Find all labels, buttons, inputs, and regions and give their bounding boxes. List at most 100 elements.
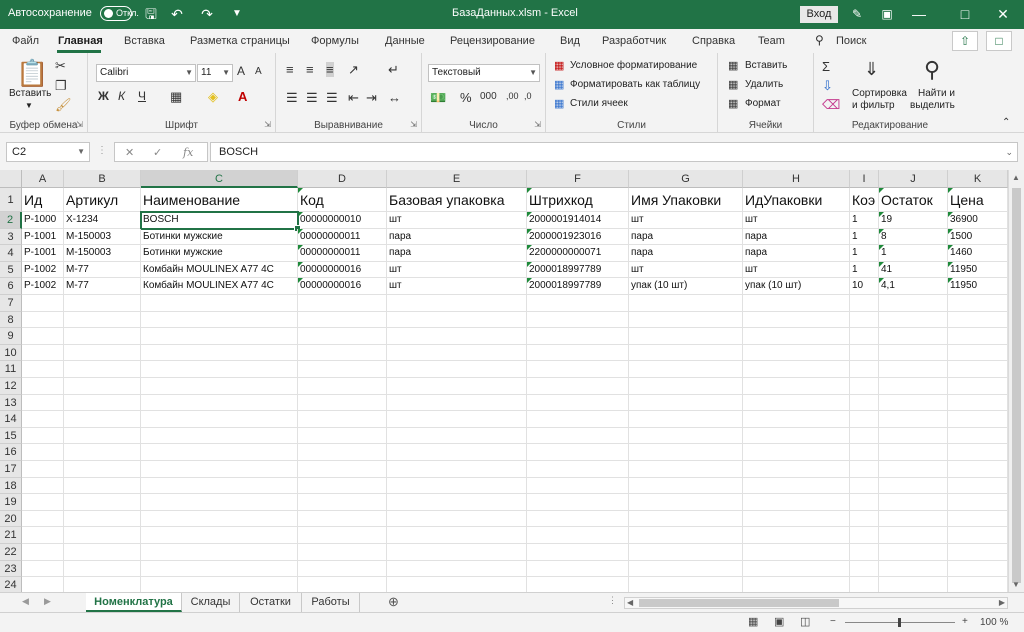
expand-formula-icon[interactable]: ⌄ xyxy=(1005,143,1013,161)
table-cell[interactable] xyxy=(387,444,527,461)
table-cell[interactable] xyxy=(22,328,64,345)
horizontal-scrollbar[interactable]: ◀ ▶ xyxy=(624,597,1008,609)
table-cell[interactable] xyxy=(22,527,64,544)
table-cell[interactable] xyxy=(629,295,743,312)
normal-view-icon[interactable]: ▦ xyxy=(748,615,758,628)
font-launcher-icon[interactable]: ⇲ xyxy=(264,120,271,129)
table-cell[interactable] xyxy=(387,477,527,495)
enter-icon[interactable]: ✓ xyxy=(153,146,162,159)
table-cell[interactable] xyxy=(850,494,879,511)
table-cell[interactable]: Комбайн MOULINEX A77 4C xyxy=(141,278,298,295)
table-cell[interactable] xyxy=(64,494,141,511)
table-cell[interactable] xyxy=(850,411,879,428)
table-cell[interactable] xyxy=(948,477,1008,495)
table-cell[interactable]: 2000001914014 xyxy=(527,212,629,229)
header-cell[interactable]: Имя Упаковки xyxy=(629,188,743,212)
format-cells-button[interactable]: Формат xyxy=(745,98,781,109)
table-cell[interactable]: 1 xyxy=(850,261,879,279)
row-header[interactable]: 5 xyxy=(0,261,22,279)
table-cell[interactable] xyxy=(141,527,298,544)
fill-color-icon[interactable]: ◈ xyxy=(208,89,218,105)
table-cell[interactable]: P-1000 xyxy=(22,212,64,229)
table-cell[interactable]: Комбайн MOULINEX A77 4C xyxy=(141,261,298,279)
table-cell[interactable] xyxy=(527,577,629,592)
table-cell[interactable] xyxy=(743,544,850,561)
table-cell[interactable] xyxy=(743,311,850,329)
table-cell[interactable]: пара xyxy=(629,228,743,246)
table-cell[interactable] xyxy=(879,461,948,478)
table-cell[interactable] xyxy=(141,577,298,592)
next-sheet-icon[interactable]: ▶ xyxy=(44,596,51,607)
table-cell[interactable] xyxy=(298,295,387,312)
table-cell[interactable]: шт xyxy=(387,212,527,229)
borders-icon[interactable]: ▦ xyxy=(170,89,182,105)
table-cell[interactable] xyxy=(879,577,948,592)
row-header[interactable]: 9 xyxy=(0,328,22,345)
table-cell[interactable] xyxy=(850,560,879,578)
table-cell[interactable] xyxy=(387,510,527,528)
row-header[interactable]: 2 xyxy=(0,212,22,229)
find-select-icon[interactable]: ⚲ xyxy=(924,57,940,83)
page-layout-view-icon[interactable]: ▣ xyxy=(774,615,784,628)
tab-insert[interactable]: Вставка xyxy=(124,35,165,47)
cancel-icon[interactable]: ✕ xyxy=(125,146,134,159)
table-cell[interactable] xyxy=(298,411,387,428)
table-cell[interactable]: шт xyxy=(387,278,527,295)
sheet-tab-nomenclature[interactable]: Номенклатура xyxy=(86,593,182,612)
table-cell[interactable] xyxy=(298,444,387,461)
table-cell[interactable] xyxy=(527,477,629,495)
scroll-down-icon[interactable]: ▼ xyxy=(1012,580,1020,589)
close-button[interactable]: ✕ xyxy=(980,0,1024,29)
row-header[interactable]: 24 xyxy=(0,577,22,592)
table-cell[interactable] xyxy=(850,328,879,345)
table-cell[interactable]: упак (10 шт) xyxy=(629,278,743,295)
table-cell[interactable] xyxy=(64,444,141,461)
table-cell[interactable] xyxy=(527,361,629,378)
table-cell[interactable]: 1 xyxy=(850,245,879,262)
share-button[interactable]: ⇧ xyxy=(952,31,978,51)
table-cell[interactable] xyxy=(743,378,850,395)
table-cell[interactable] xyxy=(850,394,879,412)
table-cell[interactable] xyxy=(879,311,948,329)
table-cell[interactable] xyxy=(629,394,743,412)
table-cell[interactable] xyxy=(527,344,629,362)
merge-center-icon[interactable]: ↔ xyxy=(388,90,401,105)
add-sheet-icon[interactable]: ⊕ xyxy=(388,594,399,610)
table-cell[interactable] xyxy=(64,577,141,592)
row-header[interactable]: 14 xyxy=(0,411,22,428)
cell-styles-icon[interactable]: ▦ xyxy=(554,97,564,110)
sort-filter-icon[interactable]: ⇓ xyxy=(864,59,879,80)
table-cell[interactable] xyxy=(22,295,64,312)
header-cell[interactable]: Базовая упаковка xyxy=(387,188,527,212)
table-cell[interactable] xyxy=(743,527,850,544)
align-left-icon[interactable]: ☰ xyxy=(286,90,298,106)
table-cell[interactable]: 00000000010 xyxy=(298,212,387,229)
table-cell[interactable]: 2000018997789 xyxy=(527,278,629,295)
delete-cells-icon[interactable]: ▦ xyxy=(728,78,738,91)
sheet-tab-warehouses[interactable]: Склады xyxy=(182,593,240,612)
header-cell[interactable]: ИдУпаковки xyxy=(743,188,850,212)
table-cell[interactable] xyxy=(298,344,387,362)
table-cell[interactable]: 4,1 xyxy=(879,278,948,295)
row-header[interactable]: 16 xyxy=(0,444,22,461)
table-cell[interactable] xyxy=(879,560,948,578)
header-cell[interactable]: Ид xyxy=(22,188,64,212)
vertical-scrollbar[interactable]: ▲ ▼ xyxy=(1008,170,1024,592)
table-cell[interactable] xyxy=(22,361,64,378)
table-cell[interactable] xyxy=(298,577,387,592)
table-cell[interactable] xyxy=(743,295,850,312)
table-cell[interactable]: 2200000000071 xyxy=(527,245,629,262)
sheet-tab-stock[interactable]: Остатки xyxy=(240,593,302,612)
table-cell[interactable] xyxy=(850,527,879,544)
column-header[interactable]: E xyxy=(387,170,527,188)
table-cell[interactable] xyxy=(141,344,298,362)
table-cell[interactable] xyxy=(64,311,141,329)
table-cell[interactable]: M-77 xyxy=(64,278,141,295)
paste-button[interactable]: Вставить xyxy=(9,88,51,99)
decrease-indent-icon[interactable]: ⇤ xyxy=(348,90,359,106)
column-header[interactable]: G xyxy=(629,170,743,188)
table-cell[interactable] xyxy=(879,328,948,345)
table-cell[interactable] xyxy=(387,295,527,312)
table-cell[interactable] xyxy=(64,295,141,312)
table-cell[interactable]: шт xyxy=(629,212,743,229)
